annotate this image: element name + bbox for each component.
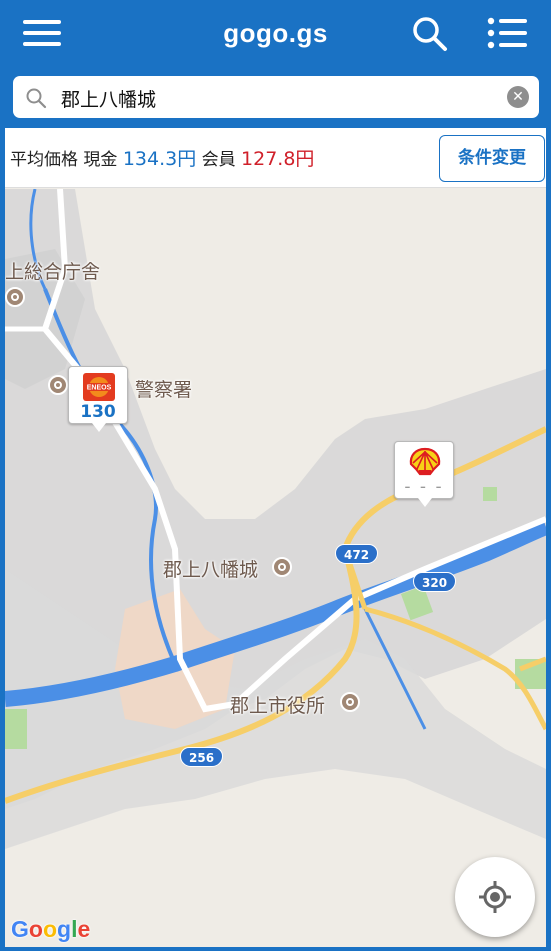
map-label-gujo-office: 上総合庁舎 bbox=[5, 261, 101, 283]
poi-city-hall-icon bbox=[340, 692, 360, 712]
search-bar: 郡上八幡城 ✕ bbox=[5, 66, 546, 128]
shell-logo-icon bbox=[409, 447, 441, 476]
search-icon[interactable] bbox=[410, 14, 450, 54]
search-query-text: 郡上八幡城 bbox=[61, 89, 157, 111]
route-shield-472: 472 bbox=[335, 544, 379, 564]
clear-icon[interactable]: ✕ bbox=[507, 86, 529, 108]
current-location-button[interactable] bbox=[455, 857, 535, 937]
crosshair-icon bbox=[479, 881, 511, 913]
route-shield-256: 256 bbox=[180, 747, 224, 767]
search-input[interactable]: 郡上八幡城 ✕ bbox=[13, 76, 539, 118]
poi-castle-icon bbox=[272, 557, 292, 577]
google-attribution: Google bbox=[11, 916, 91, 942]
map-label-police: 警察署 bbox=[135, 379, 193, 401]
station-price-eneos: 130 bbox=[80, 402, 116, 422]
app-frame: gogo.gs 郡上八幡城 ✕ 平均価格 現金 134.3円 会員 127.8円… bbox=[5, 4, 546, 947]
svg-text:ENEOS: ENEOS bbox=[87, 385, 112, 392]
cash-price: 134.3円 bbox=[122, 148, 197, 170]
route-shield-320: 320 bbox=[413, 572, 457, 592]
price-summary: 平均価格 現金 134.3円 会員 127.8円 bbox=[10, 144, 314, 171]
member-label: 会員 bbox=[201, 150, 236, 170]
cash-label: 現金 bbox=[83, 150, 118, 170]
top-bar: gogo.gs bbox=[5, 4, 546, 66]
station-marker-shell[interactable]: - - - bbox=[394, 441, 454, 507]
map-view[interactable]: 上総合庁舎 警察署 郡上八幡城 郡上市役所 472 320 256 ENEOS … bbox=[5, 189, 546, 947]
average-price-label: 平均価格 bbox=[10, 150, 78, 170]
poi-office-icon bbox=[5, 287, 25, 307]
eneos-logo-icon: ENEOS bbox=[83, 373, 115, 401]
change-conditions-button[interactable]: 条件変更 bbox=[439, 135, 545, 182]
list-menu-icon[interactable] bbox=[487, 14, 529, 54]
app-title[interactable]: gogo.gs bbox=[5, 18, 546, 49]
poi-police-icon bbox=[48, 375, 68, 395]
map-label-castle: 郡上八幡城 bbox=[163, 559, 259, 581]
member-price: 127.8円 bbox=[241, 148, 315, 170]
station-price-shell: - - - bbox=[404, 477, 444, 497]
map-label-city-hall: 郡上市役所 bbox=[230, 695, 326, 717]
price-summary-bar: 平均価格 現金 134.3円 会員 127.8円 条件変更 bbox=[5, 128, 546, 188]
search-field-icon bbox=[26, 88, 47, 109]
station-marker-eneos[interactable]: ENEOS 130 bbox=[68, 366, 128, 432]
